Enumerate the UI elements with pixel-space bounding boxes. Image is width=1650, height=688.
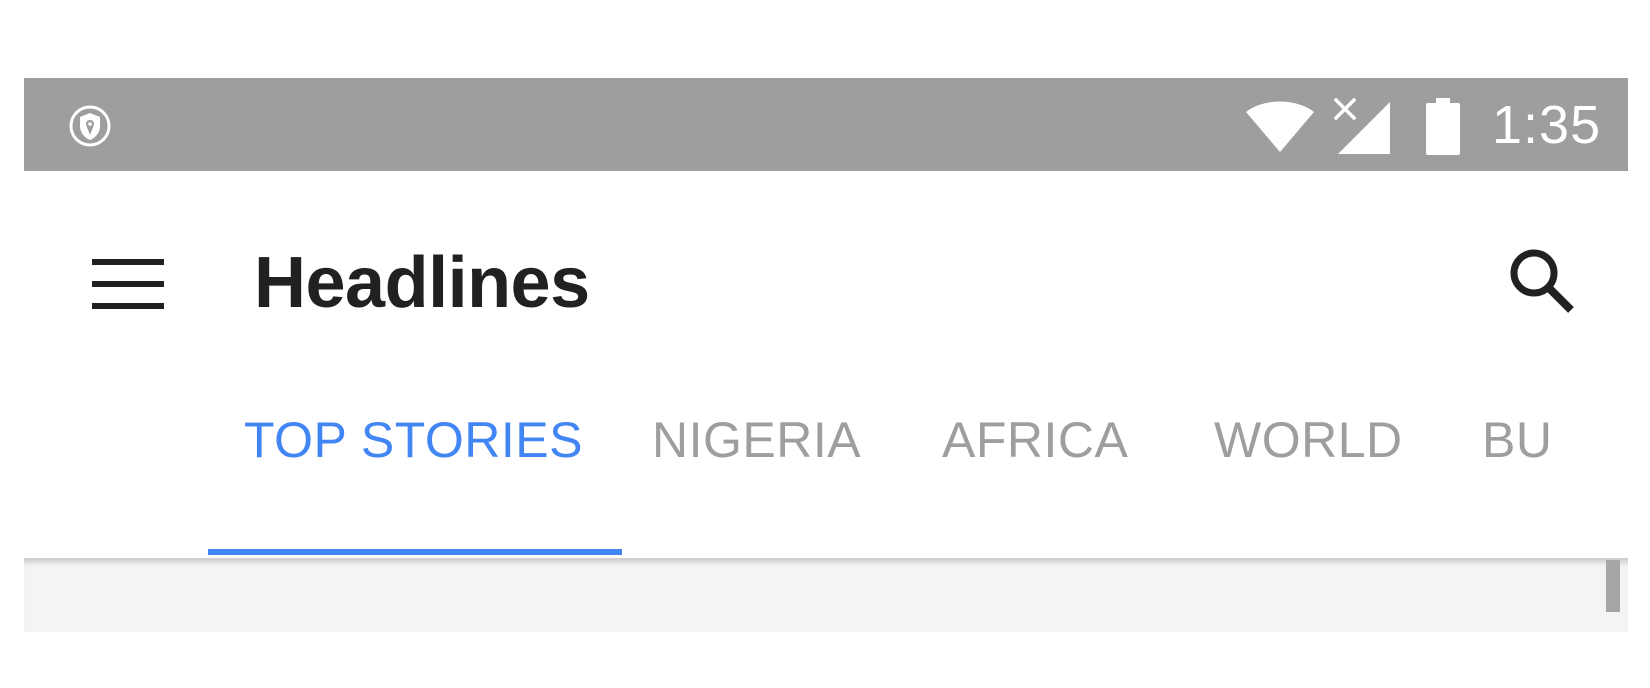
page-title: Headlines <box>254 243 590 323</box>
no-signal-icon <box>1333 97 1392 156</box>
tab-africa[interactable]: AFRICA <box>942 411 1128 469</box>
phone-screen: 1:35 Headlines TOP STORIES NIGERIA AFRIC… <box>24 78 1628 632</box>
wifi-icon <box>1244 100 1316 154</box>
app-bar: Headlines <box>24 171 1628 411</box>
shield-location-icon <box>68 104 112 148</box>
hamburger-menu-icon <box>92 258 164 316</box>
tab-business-partial[interactable]: BU <box>1482 411 1552 469</box>
search-icon <box>1507 246 1577 321</box>
scrollbar[interactable] <box>1606 560 1620 612</box>
active-tab-indicator <box>208 549 622 555</box>
tab-nigeria[interactable]: NIGERIA <box>652 411 861 469</box>
battery-full-icon <box>1424 98 1462 156</box>
tab-bar: TOP STORIES NIGERIA AFRICA WORLD BU <box>24 411 1628 581</box>
status-time: 1:35 <box>1492 95 1602 155</box>
menu-button[interactable] <box>76 235 180 339</box>
search-button[interactable] <box>1492 233 1592 333</box>
tab-world[interactable]: WORLD <box>1214 411 1403 469</box>
tab-top-stories[interactable]: TOP STORIES <box>244 411 583 469</box>
status-bar: 1:35 <box>24 78 1628 171</box>
content-area <box>24 558 1628 632</box>
